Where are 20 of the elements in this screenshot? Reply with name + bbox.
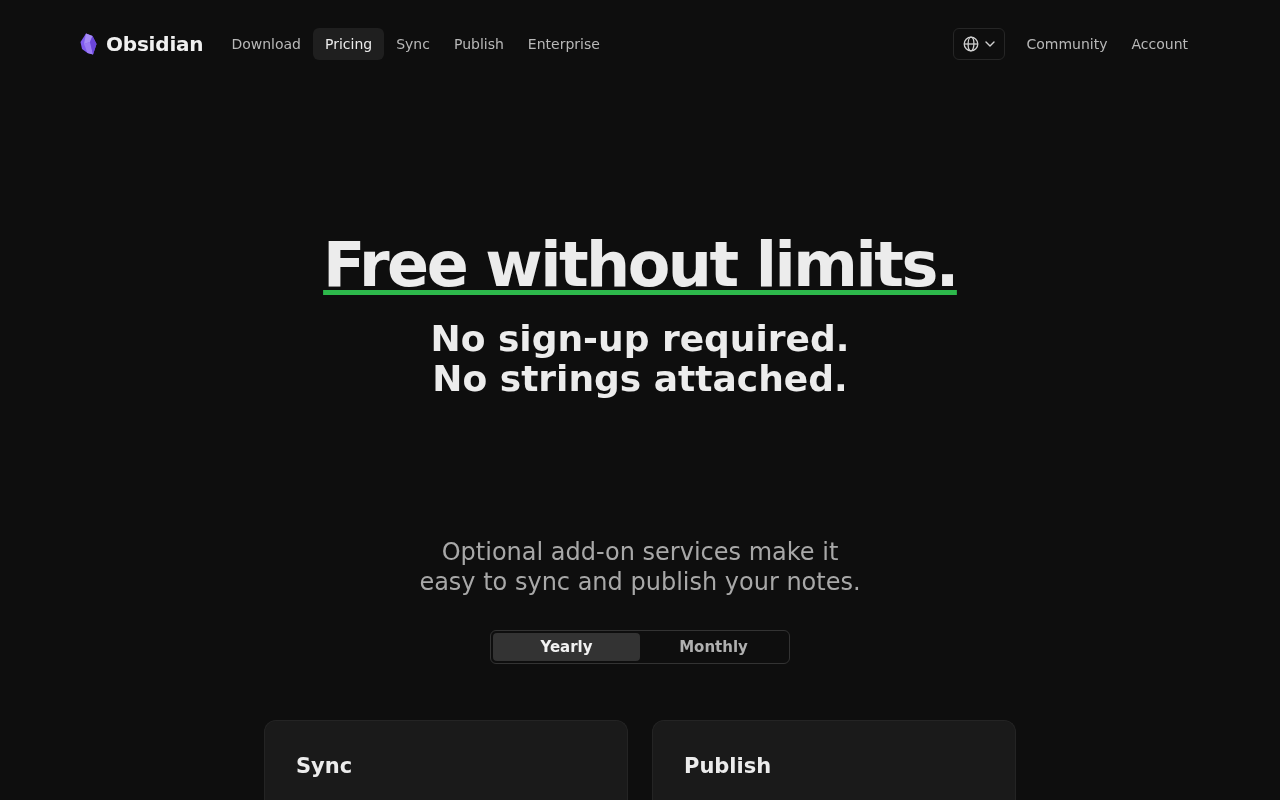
language-button[interactable] bbox=[953, 28, 1006, 60]
nav-link[interactable]: Sync bbox=[384, 28, 442, 60]
nav-link[interactable]: Account bbox=[1119, 28, 1200, 60]
hero-subtitle: No sign-up required. bbox=[430, 319, 850, 359]
intro-text: Optional add-on services make it easy to sync and publish your notes. bbox=[418, 537, 862, 597]
billing-option[interactable]: Monthly bbox=[640, 633, 787, 661]
hero-subtitle: No strings attached. bbox=[432, 359, 848, 399]
plan-title: Sync bbox=[296, 753, 354, 780]
nav-link[interactable]: Publish bbox=[441, 28, 516, 60]
home-logo-link[interactable]: Obsidian bbox=[80, 32, 204, 56]
nav-link[interactable]: Enterprise bbox=[515, 28, 612, 60]
nav-link[interactable]: Community bbox=[1014, 28, 1120, 60]
plan-title: Publish bbox=[684, 753, 773, 780]
globe-icon bbox=[963, 36, 980, 52]
nav-link[interactable]: Download bbox=[219, 28, 313, 60]
gem-icon bbox=[80, 33, 97, 55]
billing-option[interactable]: Yearly bbox=[493, 633, 640, 661]
chevron-down-icon bbox=[985, 41, 996, 47]
hero-title: Free without limits. bbox=[323, 231, 957, 299]
nav-link[interactable]: Pricing bbox=[313, 28, 385, 60]
